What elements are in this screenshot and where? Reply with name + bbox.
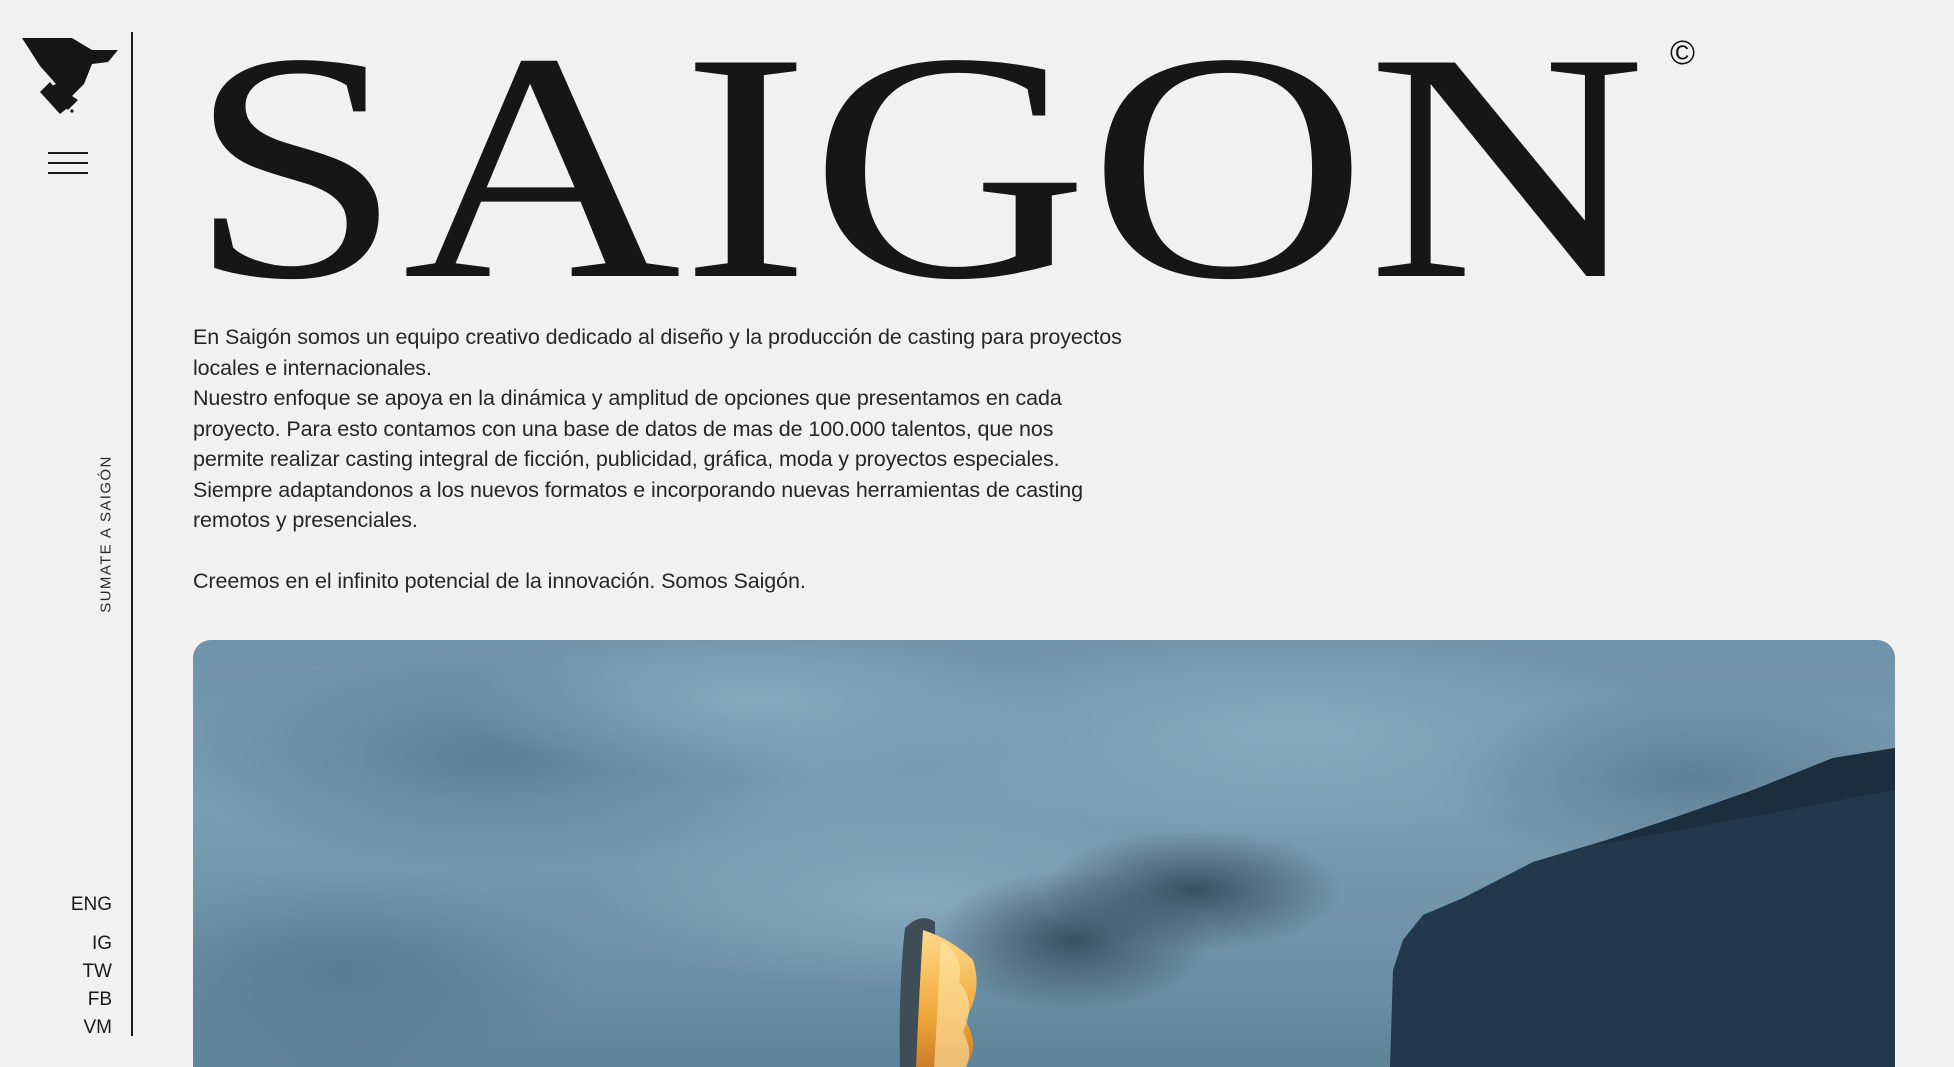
- cloud: [193, 870, 603, 1067]
- brand-wordmark: SAIGON: [188, 12, 1646, 292]
- hamburger-menu-icon[interactable]: [48, 150, 88, 178]
- social-link-tw[interactable]: TW: [82, 958, 112, 986]
- brand-name: SAIGON: [188, 12, 1646, 292]
- rail-divider: [131, 32, 133, 1036]
- social-link-ig[interactable]: IG: [82, 930, 112, 958]
- intro-paragraph: Nuestro enfoque se apoya en la dinámica …: [193, 386, 1083, 532]
- social-link-vm[interactable]: VM: [82, 1014, 113, 1042]
- intro-text: En Saigón somos un equipo creativo dedic…: [193, 322, 1123, 597]
- language-switch[interactable]: ENG: [71, 894, 112, 916]
- social-link-fb[interactable]: FB: [82, 986, 112, 1014]
- menu-line: [48, 172, 88, 174]
- join-saigon-link[interactable]: SUMATE A SAIGÓN: [98, 455, 115, 612]
- intro-paragraph: En Saigón somos un equipo creativo dedic…: [193, 325, 1122, 380]
- smoke: [1043, 830, 1343, 950]
- hero-video-frame[interactable]: [193, 640, 1895, 1067]
- intro-paragraph: Creemos en el infinito potencial de la i…: [193, 569, 806, 593]
- page: SUMATE A SAIGÓN ENG IG TW FB VM SAIGON ©…: [0, 0, 1954, 1067]
- menu-line: [48, 152, 88, 154]
- menu-line: [48, 162, 88, 164]
- social-links: IG TW FB VM: [82, 930, 112, 1042]
- bird-logo-icon[interactable]: [20, 36, 120, 116]
- copyright-symbol: ©: [1670, 34, 1696, 72]
